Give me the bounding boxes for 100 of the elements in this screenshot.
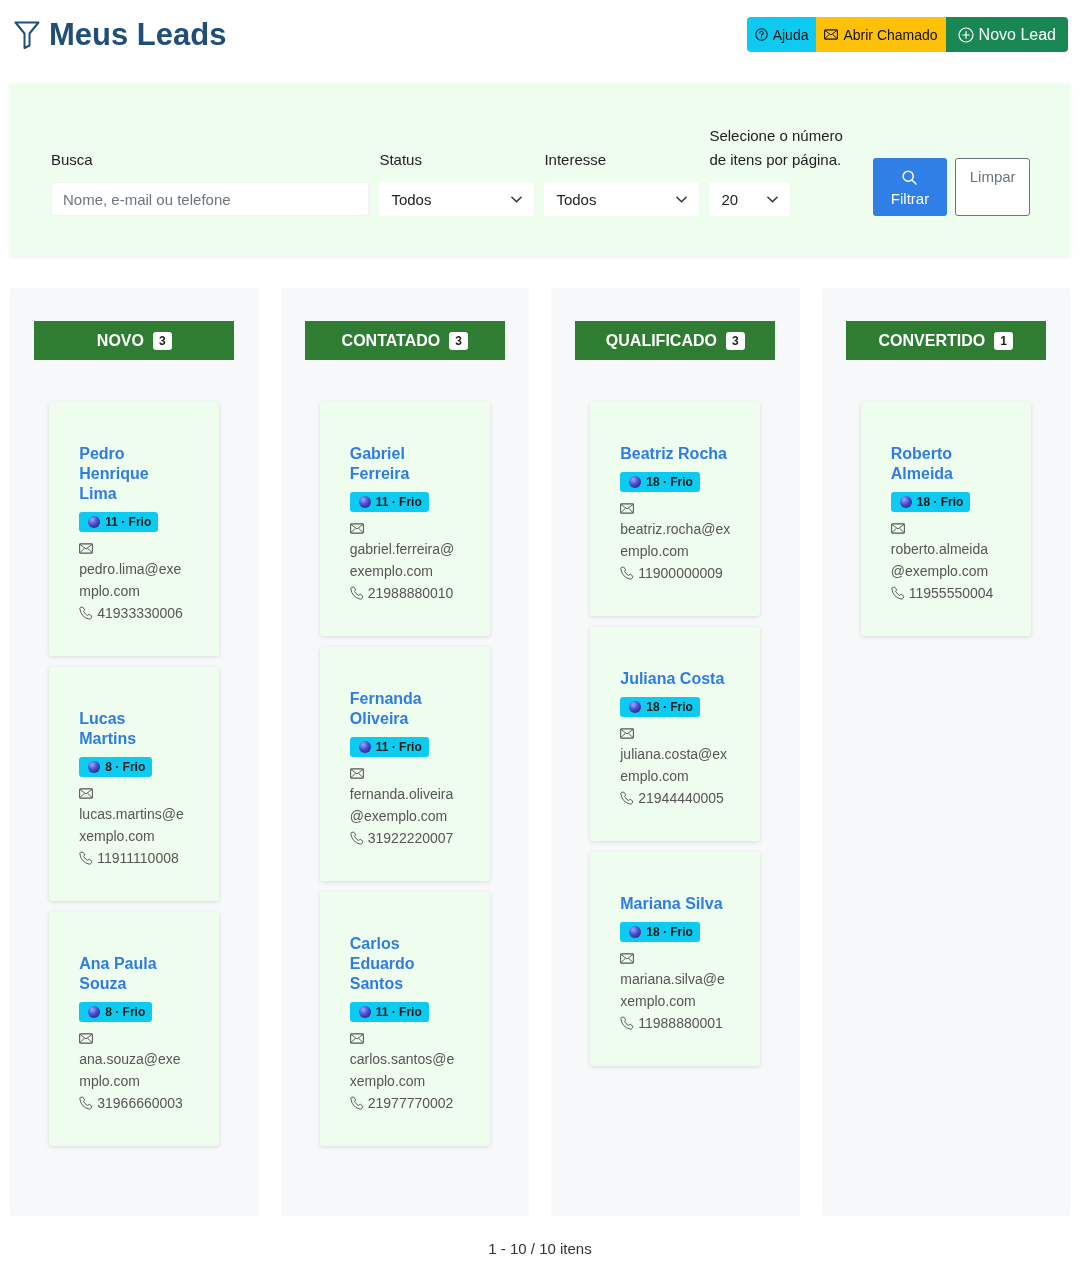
count-badge: 3 [152,331,172,350]
lead-phone: 31966660003 [97,1094,183,1111]
filter-button[interactable]: Filtrar [872,158,948,216]
search-icon [902,169,918,185]
lead-phone: 31922220007 [367,829,454,846]
sphere-icon [629,926,642,938]
lead-card[interactable]: Pedro Henrique Lima 11 · Frio pedro.lima@exemplo.com 41933330006 [49,402,220,656]
lead-card[interactable]: Ana Paula Souza 8 · Frio ana.souza@exemplo.com 31966660003 [49,912,220,1146]
lead-card[interactable]: Juliana Costa 18 · Frio juliana.costa@exemplo.com 21944440005 [590,627,761,841]
score-label: 18 · Frio [916,495,964,509]
column-title: CONTATADO [341,331,441,350]
lead-email: juliana.costa@exemplo.com [620,745,729,786]
select-label: Interesse [544,150,608,170]
lead-email: roberto.almeida@exemplo.com [890,540,990,581]
chevron-icon [676,195,688,203]
count-badge: 1 [994,331,1013,350]
lead-name[interactable]: Roberto Almeida [890,444,998,484]
lead-email: lucas.martins@exemplo.com [79,805,185,846]
lead-email: mariana.silva@exemplo.com [620,970,726,1011]
score-label: 8 · Frio [105,760,146,774]
phone-icon [620,1015,635,1030]
phone-icon [79,850,94,865]
score-label: 11 · Frio [105,515,152,529]
lead-name[interactable]: Lucas Martins [79,709,187,749]
chevron-icon [511,195,523,203]
help-button[interactable]: Ajuda [746,17,817,52]
lead-card[interactable]: Beatriz Rocha 18 · Frio beatriz.rocha@exemplo.com 11900000009 [590,402,761,616]
column-title: QUALIFICADO [605,331,717,350]
sphere-icon [358,741,371,753]
lead-name[interactable]: Juliana Costa [620,669,725,689]
lead-phone: 11988880001 [638,1014,723,1031]
lead-email: ana.souza@exemplo.com [79,1050,182,1091]
help-icon [754,28,768,41]
envelope-icon [79,543,94,554]
pagination-info: 1 - 10 / 10 itens [488,1240,592,1257]
search-field[interactable]: Nome, e-mail ou telefone [51,182,370,216]
phone-icon [79,605,94,620]
score-label: 8 · Frio [105,1005,146,1019]
lead-phone: 21977770002 [367,1094,454,1111]
envelope-icon [824,29,839,40]
envelope-icon [349,768,364,779]
score-label: 18 · Frio [646,700,693,714]
lead-card[interactable]: Lucas Martins 8 · Frio lucas.martins@exemplo.com 11911110008 [49,667,220,901]
sphere-icon [88,516,101,528]
envelope-icon [620,953,635,964]
lead-name[interactable]: Beatriz Rocha [620,444,727,464]
sphere-icon [629,701,642,713]
lead-name[interactable]: Pedro Henrique Lima [79,444,187,504]
lead-phone: 21944440005 [638,789,724,806]
select-label: Selecione o número de itens por página. [709,126,844,170]
clear-button[interactable]: Limpar [955,158,1030,216]
lead-phone: 11900000009 [638,564,723,581]
select-label: Status [379,150,423,170]
select-dropdown[interactable]: Todos [544,182,700,216]
phone-icon [79,1095,94,1110]
lead-phone: 11911110008 [97,849,179,866]
phone-icon [620,565,635,580]
sphere-icon [358,496,371,508]
lead-card[interactable]: Fernanda Oliveira 11 · Frio fernanda.oliveira@exemplo.com 31922220007 [319,647,490,881]
lead-card[interactable]: Roberto Almeida 18 · Frio roberto.almeida@exemplo.com 11955550004 [860,402,1031,636]
lead-name[interactable]: Ana Paula Souza [79,954,187,994]
score-label: 18 · Frio [646,475,693,489]
envelope-icon [349,1033,364,1044]
page-title: Meus Leads [49,17,227,52]
filter-icon [14,20,40,49]
lead-card[interactable]: Carlos Eduardo Santos 11 · Frio carlos.santos@exemplo.com 21977770002 [319,892,490,1146]
score-label: 11 · Frio [375,1005,422,1019]
select-dropdown[interactable]: Todos [379,182,535,216]
select-dropdown[interactable]: 20 [709,182,791,216]
ticket-button[interactable]: Abrir Chamado [816,17,946,52]
score-label: 18 · Frio [646,925,693,939]
envelope-icon [620,728,635,739]
plus-icon [957,26,974,43]
chevron-icon [767,195,779,203]
sphere-icon [899,496,912,508]
lead-email: carlos.santos@exemplo.com [349,1050,456,1091]
lead-email: beatriz.rocha@exemplo.com [620,520,731,561]
lead-card[interactable]: Mariana Silva 18 · Frio mariana.silva@exemplo.com 11988880001 [590,852,761,1066]
lead-name[interactable]: Mariana Silva [620,894,723,914]
lead-email: pedro.lima@exemplo.com [79,560,183,601]
phone-icon [349,1095,364,1110]
count-badge: 3 [725,331,745,350]
phone-icon [620,790,635,805]
column-title: NOVO [96,331,144,350]
search-label: Busca [51,150,94,170]
lead-name[interactable]: Carlos Eduardo Santos [349,934,457,994]
envelope-icon [890,523,905,534]
lead-phone: 21988880010 [367,584,454,601]
phone-icon [890,585,905,600]
sphere-icon [88,761,101,773]
sphere-icon [88,1006,101,1018]
lead-email: fernanda.oliveira@exemplo.com [349,785,455,826]
score-label: 11 · Frio [375,495,422,509]
column-title: CONVERTIDO [878,331,986,350]
envelope-icon [620,503,635,514]
new-lead-button[interactable]: Novo Lead [945,17,1068,52]
lead-name[interactable]: Gabriel Ferreira [349,444,457,484]
lead-name[interactable]: Fernanda Oliveira [349,689,457,729]
envelope-icon [349,523,364,534]
lead-card[interactable]: Gabriel Ferreira 11 · Frio gabriel.ferreira@exemplo.com 21988880010 [319,402,490,636]
